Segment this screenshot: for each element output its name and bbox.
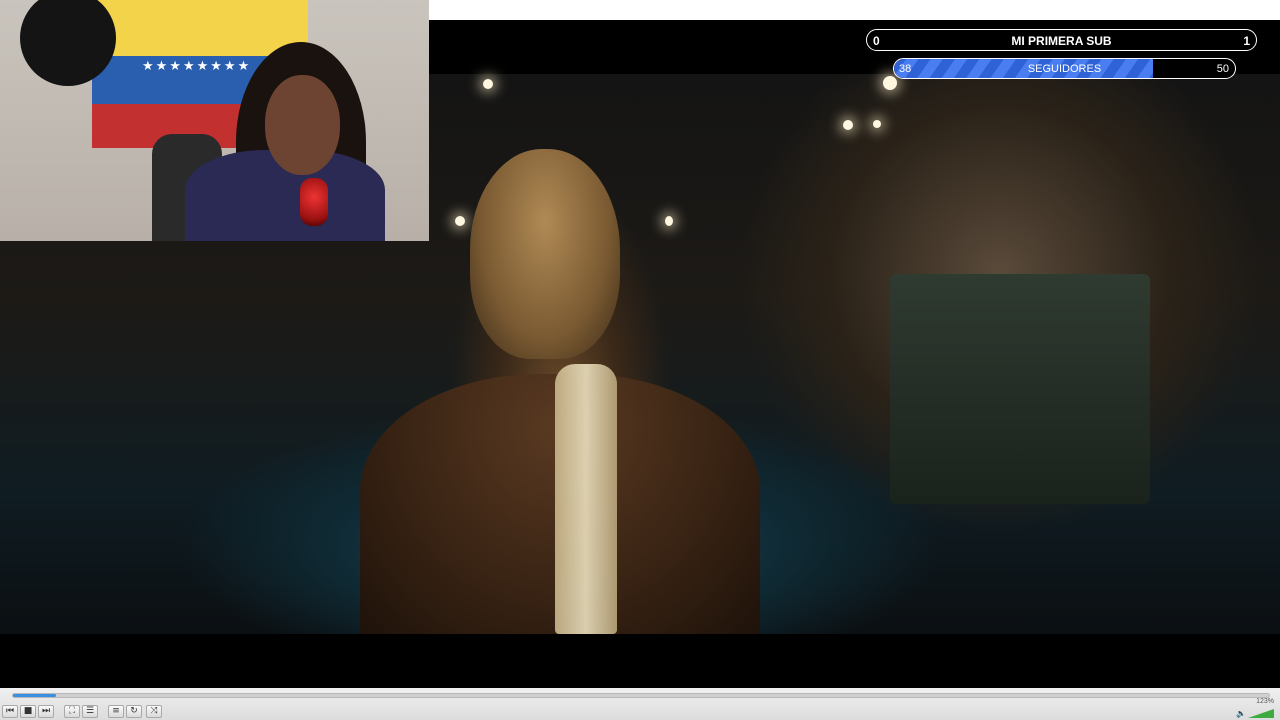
player-controls: ⏮ ■ ⏭ ⛶ ☰ ≡ ↻ ⤨ 🔈 123% <box>0 688 1280 720</box>
loop-button[interactable]: ↻ <box>126 705 142 718</box>
fullscreen-button[interactable]: ⛶ <box>64 705 80 718</box>
microphone <box>300 178 328 226</box>
speaker-icon: 🔈 <box>1236 709 1246 718</box>
volume-label: 123% <box>1256 698 1274 705</box>
seek-bar[interactable] <box>12 693 1270 698</box>
sub-goal-bar: 0 MI PRIMERA SUB 1 <box>866 29 1257 51</box>
followers-goal-bar: 38 SEGUIDORES 50 <box>893 58 1236 79</box>
previous-button[interactable]: ⏮ <box>2 705 18 718</box>
seek-progress <box>13 694 56 697</box>
sub-goal-target: 1 <box>1243 34 1250 48</box>
volume-slider[interactable]: 🔈 123% <box>1236 698 1274 718</box>
next-button[interactable]: ⏭ <box>38 705 54 718</box>
playlist-button[interactable]: ≡ <box>108 705 124 718</box>
shuffle-button[interactable]: ⤨ <box>146 705 162 718</box>
sub-goal-title: MI PRIMERA SUB <box>1011 34 1112 48</box>
webcam-overlay: ★★★★★★★★ <box>0 0 429 241</box>
extended-settings-button[interactable]: ☰ <box>82 705 98 718</box>
followers-target: 50 <box>1216 63 1229 75</box>
dumpster <box>890 274 1150 504</box>
person-head <box>470 149 620 359</box>
stop-button[interactable]: ■ <box>20 705 36 718</box>
followers-label: SEGUIDORES <box>1027 63 1102 75</box>
streamer-face <box>265 75 340 175</box>
towel <box>555 364 617 634</box>
